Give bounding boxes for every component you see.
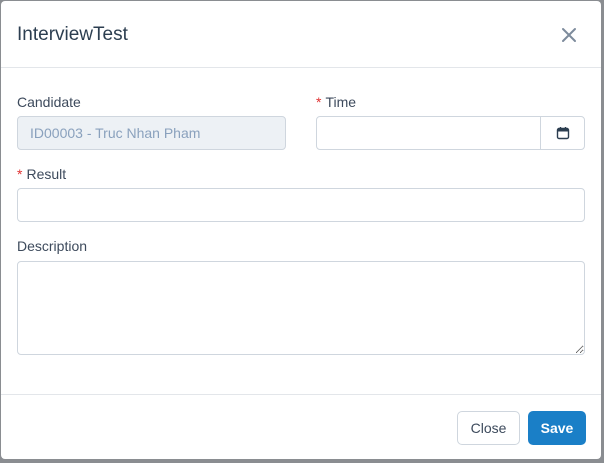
time-picker: [316, 116, 585, 150]
close-icon[interactable]: [557, 23, 581, 47]
modal-footer: Close Save: [1, 394, 601, 459]
calendar-icon: [556, 126, 570, 140]
result-input[interactable]: [17, 188, 585, 222]
required-marker: *: [316, 94, 322, 110]
time-label-text: Time: [325, 94, 357, 110]
description-label: Description: [17, 238, 88, 254]
save-button[interactable]: Save: [528, 411, 586, 445]
close-button[interactable]: Close: [457, 411, 520, 445]
candidate-field: [17, 116, 286, 150]
modal-title: InterviewTest: [17, 24, 128, 45]
result-label-text: Result: [26, 166, 67, 182]
modal-header: InterviewTest: [1, 1, 601, 68]
description-textarea[interactable]: [17, 261, 585, 355]
time-label: * Time: [316, 94, 356, 110]
time-input[interactable]: [317, 117, 540, 149]
result-label: * Result: [17, 166, 66, 182]
interview-test-modal: InterviewTest Candidate *Time *Result: [1, 1, 601, 459]
candidate-label: Candidate: [17, 94, 81, 110]
required-marker: *: [17, 166, 23, 182]
calendar-button[interactable]: [540, 117, 584, 149]
